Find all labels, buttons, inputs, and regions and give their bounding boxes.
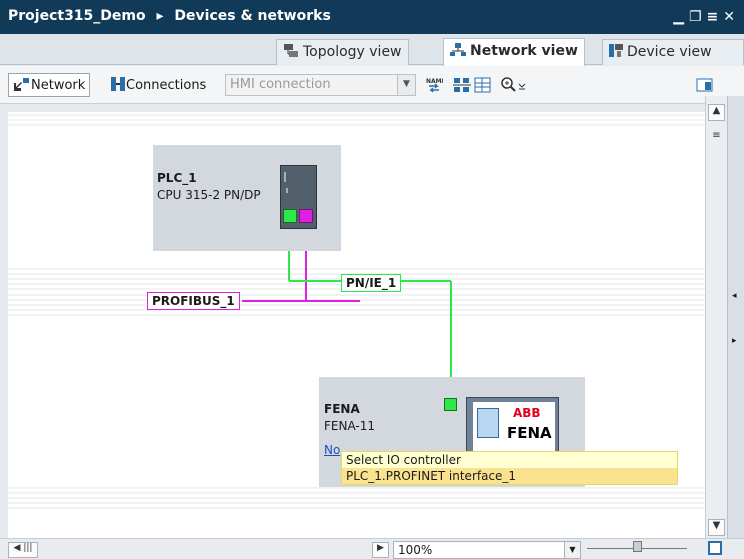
fena-connector-icon [477, 408, 499, 438]
overview-navigation-icon[interactable] [708, 541, 722, 555]
device-plc-1[interactable]: PLC_1 CPU 315-2 PN/DP [153, 145, 341, 251]
tab-topology-view[interactable]: Topology view [276, 39, 409, 65]
window-controls: ▁❐≡✕ [673, 9, 740, 25]
io-controller-option[interactable]: PLC_1.PROFINET interface_1 [342, 468, 677, 484]
select-io-controller-popup: Select IO controller PLC_1.PROFINET inte… [341, 451, 678, 485]
tab-label: Network view [470, 43, 578, 59]
zoom-in-icon[interactable] [500, 76, 530, 94]
popup-header: Select IO controller [346, 453, 461, 467]
network-mode-icon [13, 77, 31, 96]
chevron-down-icon: ▼ [397, 75, 415, 95]
zoom-value: 100% [398, 543, 433, 557]
tile-button[interactable]: ≡ [707, 9, 724, 25]
panel-toggle-icon[interactable] [696, 76, 714, 94]
network-icon [450, 42, 466, 61]
side-panel-collapsed[interactable]: ◂ ▸ [727, 96, 744, 543]
show-names-icon[interactable]: NAME [425, 76, 446, 94]
tab-device-view[interactable]: Device view [602, 39, 744, 65]
scroll-down-button[interactable]: ▼ [708, 519, 725, 536]
device-type: FENA-11 [324, 419, 376, 433]
io-controller-link[interactable]: No [324, 443, 340, 457]
connection-type-value: HMI connection [230, 77, 331, 92]
profinet-subnet-label[interactable]: PN/IE_1 [341, 274, 402, 292]
window-title: Project315_Demo ▸ Devices & networks [8, 8, 331, 24]
scroll-right-button[interactable]: ▶ [372, 542, 389, 558]
close-icon[interactable]: ✕ [723, 9, 740, 25]
fena-profinet-port[interactable] [444, 398, 457, 411]
network-mode-label: Network [31, 78, 86, 93]
status-bar: ◀ ||| ▶ 100% ▼ [0, 538, 744, 559]
title-section: Devices & networks [174, 8, 331, 24]
scroll-left-button[interactable]: ◀ ||| [8, 542, 38, 558]
device-type: CPU 315-2 PN/DP [157, 188, 261, 202]
device-icon [609, 43, 623, 62]
fena-module-image: ABB FENA [466, 397, 559, 455]
profinet-port[interactable] [283, 209, 297, 223]
topology-icon [283, 43, 299, 62]
connection-type-select[interactable]: HMI connection ▼ [225, 74, 416, 96]
profibus-port[interactable] [299, 209, 313, 223]
tab-network-view[interactable]: Network view [443, 38, 585, 66]
minimize-button[interactable]: ▁ [673, 9, 689, 25]
device-name: PLC_1 [157, 171, 197, 185]
profibus-subnet-label[interactable]: PROFIBUS_1 [147, 292, 240, 310]
connections-mode-button[interactable]: Connections [106, 73, 210, 97]
connections-label: Connections [126, 78, 207, 93]
restore-button[interactable]: ❐ [689, 9, 707, 25]
svg-text:NAME: NAME [426, 78, 443, 85]
tab-label: Topology view [303, 44, 402, 60]
scroll-up-button[interactable]: ▲ [708, 104, 725, 121]
title-separator: ▸ [156, 8, 164, 24]
zoom-slider-handle[interactable] [633, 541, 642, 552]
view-tabs: Topology view Network view Device view [0, 34, 744, 66]
fena-module-label: FENA [507, 424, 552, 442]
title-bar: Project315_Demo ▸ Devices & networks ▁❐≡… [0, 0, 744, 34]
network-overview-icon[interactable] [453, 76, 471, 94]
chevron-down-icon: ▼ [564, 542, 580, 558]
network-mode-button[interactable]: Network [8, 73, 91, 97]
zoom-select[interactable]: 100% ▼ [393, 541, 581, 559]
title-project: Project315_Demo [8, 8, 146, 24]
vertical-scrollbar[interactable]: ▲ ≡ ▼ [705, 96, 727, 543]
tab-label: Device view [627, 44, 712, 60]
collapse-panel-icon[interactable]: ▸ [732, 336, 737, 346]
abb-logo: ABB [513, 406, 541, 420]
connections-icon [110, 76, 126, 96]
grip-icon: ≡ [712, 130, 721, 141]
expand-panel-icon[interactable]: ◂ [732, 291, 737, 301]
device-name: FENA [324, 402, 360, 416]
network-toolbar: Network Connections HMI connection ▼ NAM… [0, 66, 744, 104]
table-view-icon[interactable] [474, 76, 492, 94]
